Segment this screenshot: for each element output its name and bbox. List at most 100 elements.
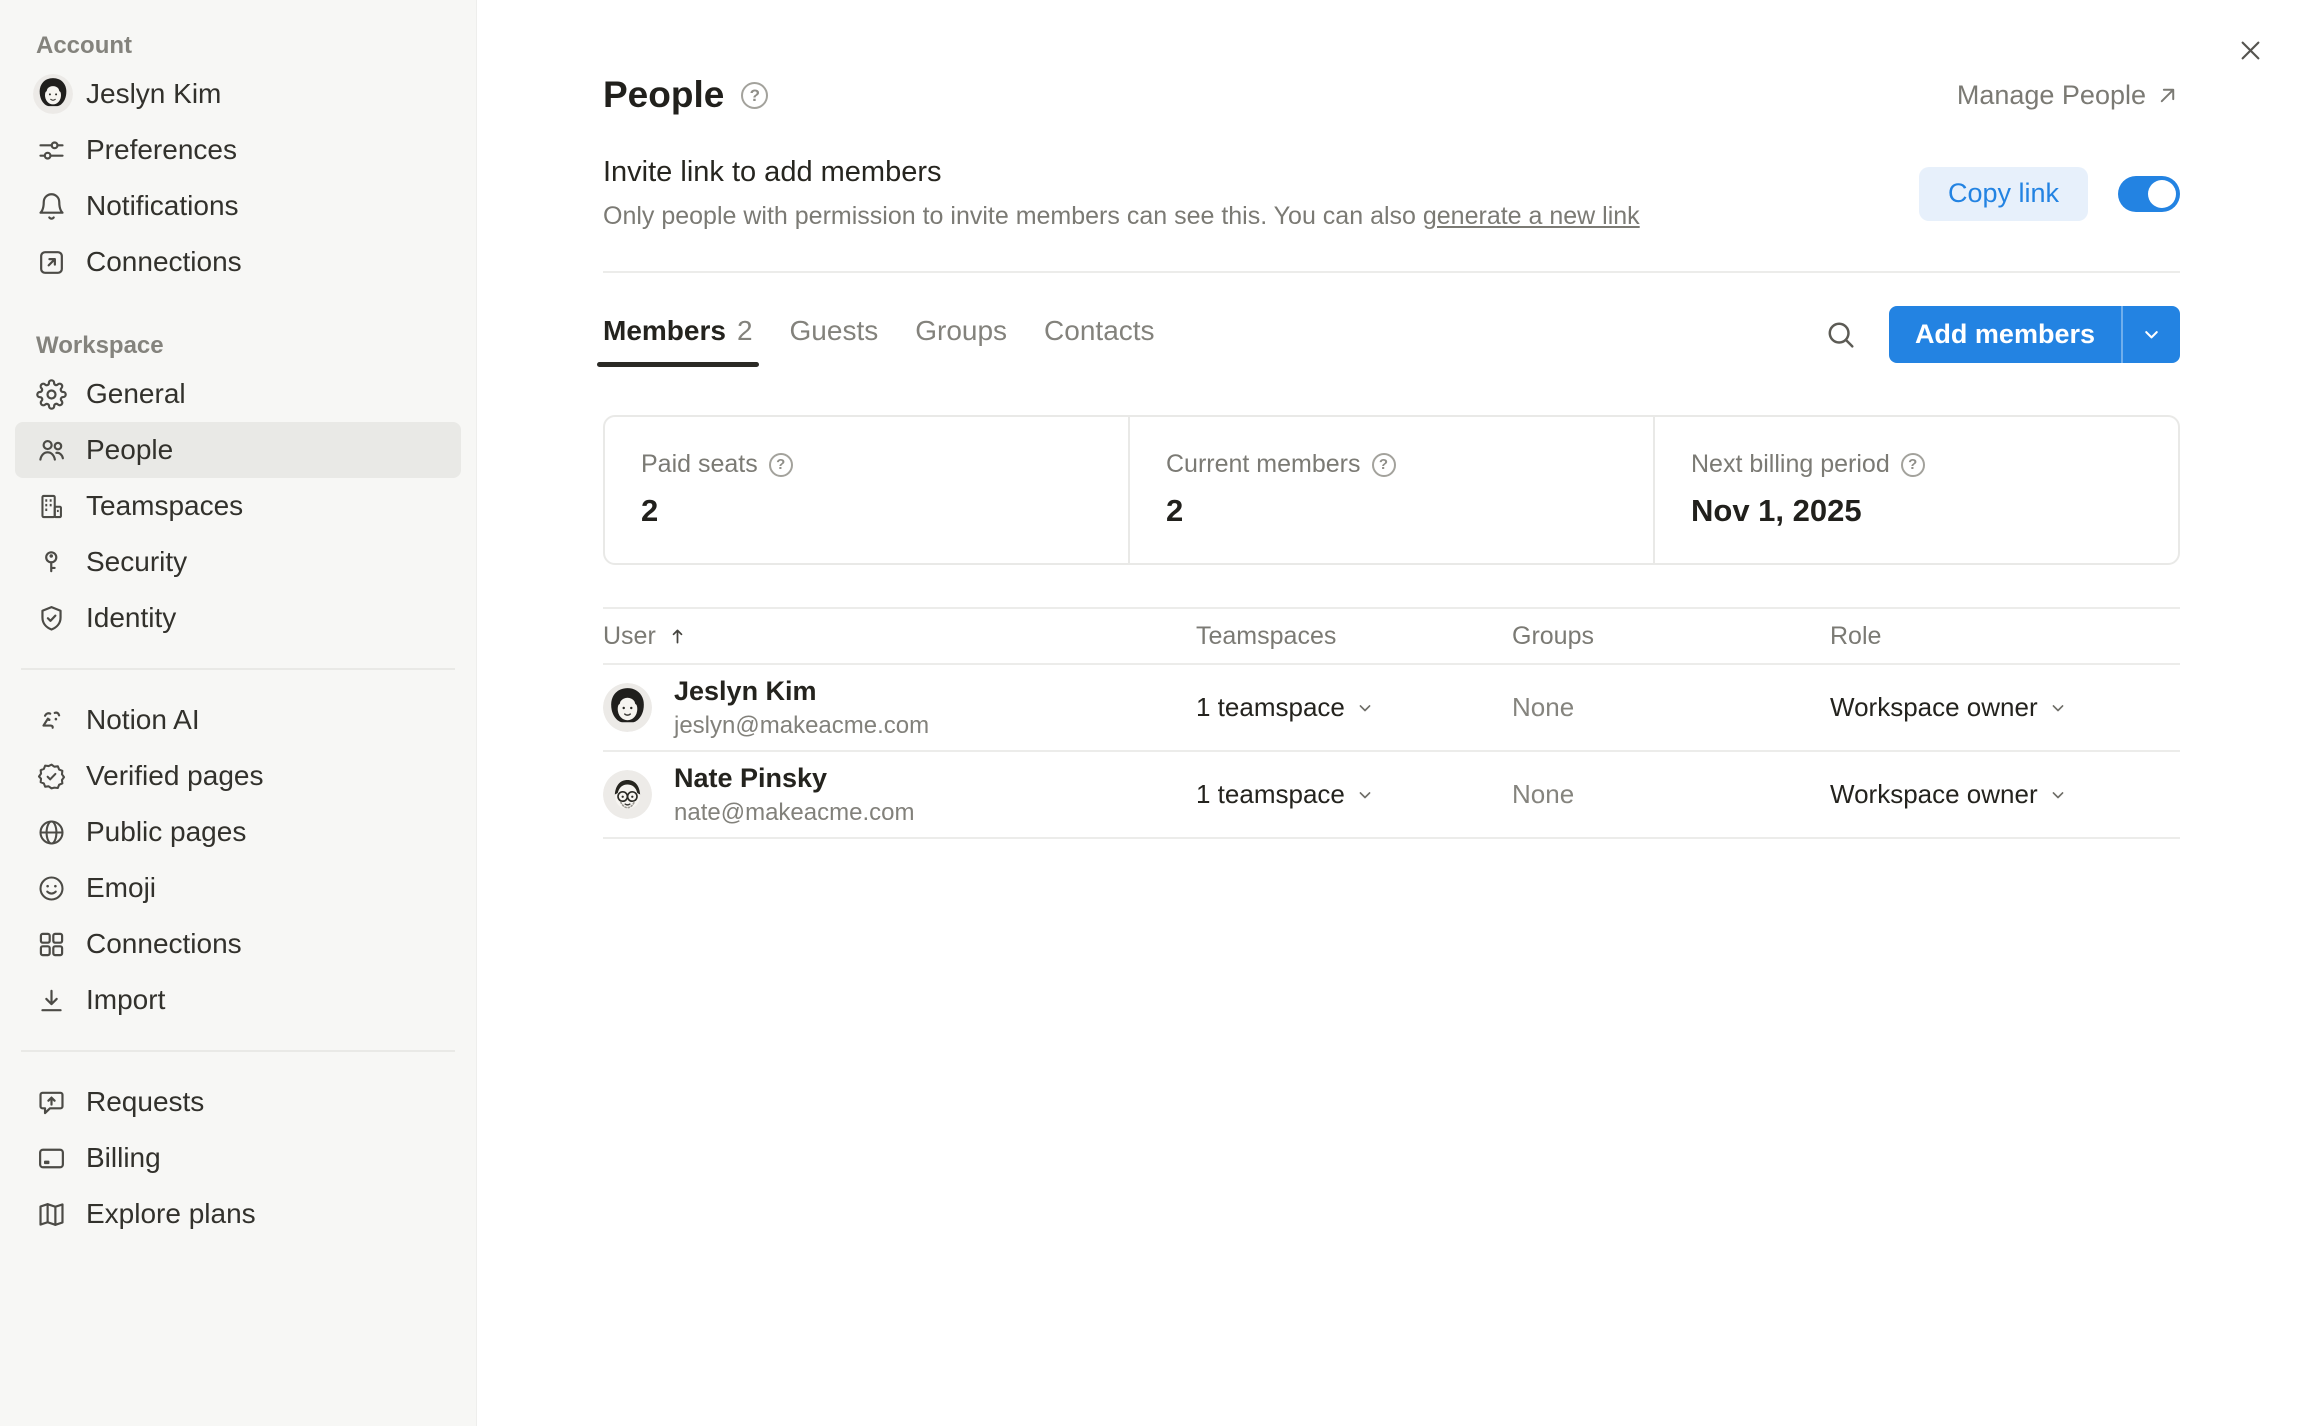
sidebar-item-label: Teamspaces [86,490,243,522]
sidebar-item-import[interactable]: Import [15,972,461,1028]
chevron-down-icon [2048,698,2068,718]
shield-check-icon [36,603,67,634]
sidebar-item-teamspaces[interactable]: Teamspaces [15,478,461,534]
column-teamspaces[interactable]: Teamspaces [1196,622,1512,651]
notion-ai-face-icon [36,705,67,736]
sidebar-item-verified-pages[interactable]: Verified pages [15,748,461,804]
role-dropdown[interactable]: Workspace owner [1830,692,2180,723]
sidebar-item-notion-ai[interactable]: Notion AI [15,692,461,748]
tab-guests[interactable]: Guests [790,301,879,367]
page-title: People [603,74,724,116]
sidebar-item-label: Public pages [86,816,246,848]
next-billing-date: Nov 1, 2025 [1691,493,2178,529]
chat-bubble-up-icon [36,1087,67,1118]
globe-icon [36,817,67,848]
sidebar-item-preferences[interactable]: Preferences [15,122,461,178]
column-user[interactable]: User [603,622,1196,651]
current-members-value: 2 [1166,493,1653,529]
sidebar-item-billing[interactable]: Billing [15,1130,461,1186]
stat-current-members: Current members ? 2 [1128,417,1653,563]
smiley-icon [36,873,67,904]
help-icon[interactable]: ? [769,453,793,477]
tab-bar: Members2 Guests Groups Contacts [603,301,1155,367]
arrow-up-right-box-icon [36,247,67,278]
toggle-knob [2148,180,2176,208]
tab-groups[interactable]: Groups [915,301,1007,367]
role-dropdown[interactable]: Workspace owner [1830,779,2180,810]
sidebar-item-security[interactable]: Security [15,534,461,590]
arrow-up-right-icon [2155,83,2180,108]
avatar-jeslyn-kim [33,74,73,114]
sidebar-item-workspace-connections[interactable]: Connections [15,916,461,972]
sidebar-item-people[interactable]: People [15,422,461,478]
preferences-sliders-icon [36,135,67,166]
sidebar-item-label: Explore plans [86,1198,256,1230]
avatar-nate-pinsky [603,770,652,819]
sidebar-section-account: Account [15,26,461,66]
copy-link-button[interactable]: Copy link [1919,167,2088,221]
members-count-badge: 2 [737,315,753,346]
tab-members[interactable]: Members2 [603,301,753,367]
sidebar-item-notifications[interactable]: Notifications [15,178,461,234]
sidebar-item-label: Connections [86,246,242,278]
help-icon[interactable]: ? [1901,453,1925,477]
sidebar-item-label: Requests [86,1086,204,1118]
people-settings-panel: People ? Manage People Invite link to ad… [477,0,2298,1426]
verified-badge-icon [36,761,67,792]
building-icon [36,491,67,522]
sidebar-item-label: Identity [86,602,176,634]
chevron-down-icon[interactable] [2123,306,2180,363]
sidebar-divider [21,668,455,670]
sidebar-item-account-connections[interactable]: Connections [15,234,461,290]
generate-new-link[interactable]: generate a new link [1423,202,1640,230]
people-icon [36,435,67,466]
search-icon[interactable] [1820,313,1862,355]
members-table: User Teamspaces Groups Role Jeslyn Kim j… [603,607,2180,839]
sidebar-item-label: Connections [86,928,242,960]
sidebar-item-requests[interactable]: Requests [15,1074,461,1130]
table-row[interactable]: Jeslyn Kim jeslyn@makeacme.com 1 teamspa… [603,665,2180,752]
teamspaces-dropdown[interactable]: 1 teamspace [1196,779,1512,810]
sidebar-divider [21,1050,455,1052]
sidebar-item-label: Import [86,984,165,1016]
manage-people-link[interactable]: Manage People [1957,80,2180,111]
sidebar-item-account-profile[interactable]: Jeslyn Kim [15,66,461,122]
member-name: Nate Pinsky [674,762,914,794]
chevron-down-icon [2048,785,2068,805]
invite-link-section: Invite link to add members Only people w… [603,156,1640,231]
chevron-down-icon [1355,698,1375,718]
groups-value: None [1512,692,1830,723]
sidebar-item-label: Billing [86,1142,161,1174]
sidebar-item-emoji[interactable]: Emoji [15,860,461,916]
teamspaces-dropdown[interactable]: 1 teamspace [1196,692,1512,723]
table-header: User Teamspaces Groups Role [603,607,2180,665]
table-row[interactable]: Nate Pinsky nate@makeacme.com 1 teamspac… [603,752,2180,839]
column-groups[interactable]: Groups [1512,622,1830,651]
help-icon[interactable]: ? [741,82,768,109]
avatar-jeslyn-kim [603,683,652,732]
sidebar-item-explore-plans[interactable]: Explore plans [15,1186,461,1242]
sidebar-item-general[interactable]: General [15,366,461,422]
sidebar-item-label: Jeslyn Kim [86,78,221,110]
help-icon[interactable]: ? [1372,453,1396,477]
sidebar-item-identity[interactable]: Identity [15,590,461,646]
sidebar-item-label: Security [86,546,187,578]
column-role[interactable]: Role [1830,622,2180,651]
sidebar-item-label: Emoji [86,872,156,904]
member-name: Jeslyn Kim [674,675,929,707]
credit-card-icon [36,1143,67,1174]
invite-link-title: Invite link to add members [603,156,1640,189]
download-icon [36,985,67,1016]
invite-link-toggle[interactable] [2118,176,2180,212]
sidebar-section-workspace: Workspace [15,326,461,366]
sidebar-item-label: Preferences [86,134,237,166]
add-members-button[interactable]: Add members [1889,306,2180,363]
invite-link-description: Only people with permission to invite me… [603,202,1640,231]
sidebar-item-public-pages[interactable]: Public pages [15,804,461,860]
tab-contacts[interactable]: Contacts [1044,301,1155,367]
grid-icon [36,929,67,960]
sidebar-item-label: Notion AI [86,704,200,736]
gear-icon [36,379,67,410]
member-email: nate@makeacme.com [674,799,914,827]
close-icon[interactable] [2228,28,2272,72]
